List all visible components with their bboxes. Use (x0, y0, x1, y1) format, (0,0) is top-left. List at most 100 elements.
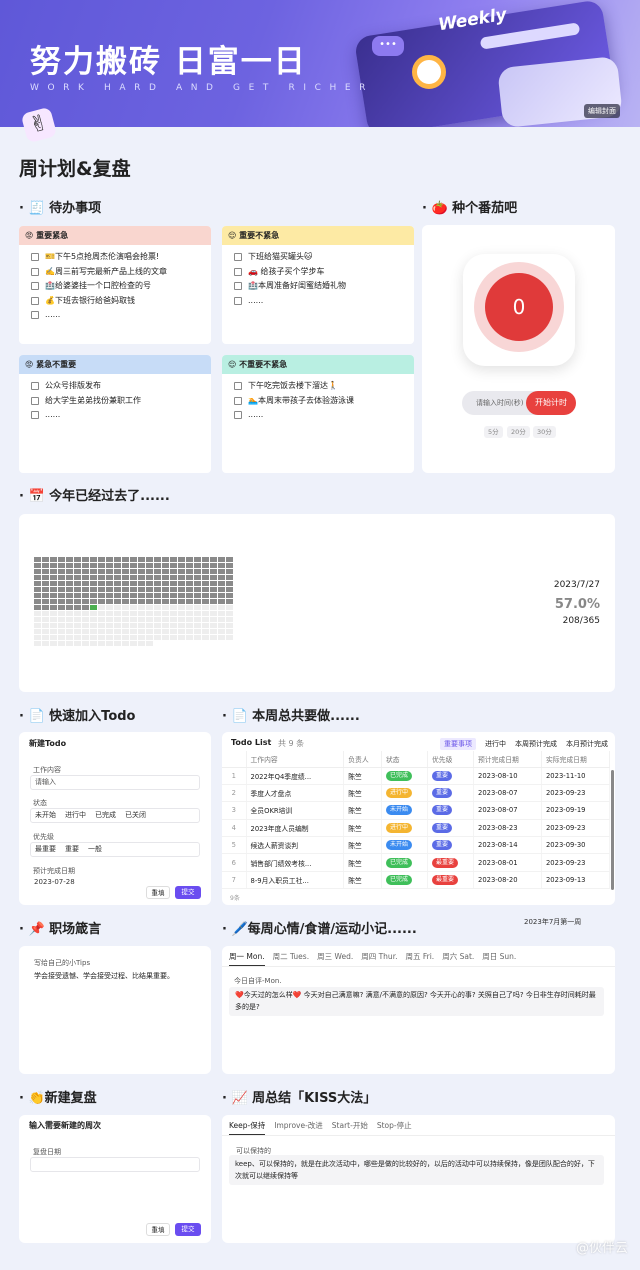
todo-checkbox[interactable] (31, 282, 39, 291)
table-row[interactable]: 7 8-9月入职员工社... 陈竺 已完成 最重要 2023-08-20 2023-09-1… (222, 871, 611, 890)
table-row[interactable]: 4 2023年度人员编制 陈竺 进行中 重要 2023-08-23 2023-09-23 (222, 819, 611, 838)
todo-checkbox[interactable] (31, 311, 39, 320)
day-cell (114, 605, 121, 610)
reset-button[interactable]: 重填 (146, 886, 170, 899)
day-cell (170, 605, 177, 610)
day-cell (186, 623, 193, 628)
column-header[interactable]: 优先级 (427, 751, 475, 768)
table-scrollbar[interactable] (611, 770, 614, 890)
day-cell (138, 575, 145, 580)
status-option[interactable]: 已关闭 (125, 811, 146, 819)
status-option[interactable]: 进行中 (65, 811, 86, 819)
table-row[interactable]: 2 季度人才盘点 陈竺 进行中 重要 2023-08-07 2023-09-23 (222, 784, 611, 803)
status-select[interactable]: 未开始 进行中 已完成 已关闭 (30, 808, 200, 823)
keep-text[interactable]: keep、可以保持的，就是在此次活动中，哪些是做的比较好的，以后的活动中可以持续… (229, 1155, 604, 1185)
submit-button[interactable]: 提交 (175, 886, 201, 899)
day-cell (58, 617, 65, 622)
table-row[interactable]: 3 全员OKR培训 陈竺 未开始 重要 2023-08-07 2023-09-19 (222, 801, 611, 820)
todo-section-title: · 🧾 待办事项 (19, 201, 102, 216)
tab-sat[interactable]: 周六 Sat. (442, 952, 474, 961)
day-cell (202, 569, 209, 574)
todo-checkbox[interactable] (31, 411, 39, 420)
todo-checkbox[interactable] (31, 396, 39, 405)
day-cell (34, 629, 41, 634)
column-header[interactable]: 实际完成日期 (541, 751, 611, 768)
actual-date-cell: 2023-09-23 (541, 784, 611, 803)
day-cell (106, 635, 113, 640)
tab-wed[interactable]: 周三 Wed. (317, 952, 353, 961)
day-cell (98, 635, 105, 640)
day-cell (58, 599, 65, 604)
review-submit-button[interactable]: 提交 (175, 1223, 201, 1236)
column-header[interactable]: 预计完成日期 (473, 751, 542, 768)
column-header[interactable]: 状态 (381, 751, 428, 768)
todo-checkbox[interactable] (31, 267, 39, 276)
self-review-text[interactable]: ❤️今天过的怎么样❤️ 今天对自己满意嘛? 满意/不满意的原因? 今天开心的事?… (229, 987, 604, 1016)
tab-sun[interactable]: 周日 Sun. (482, 952, 516, 961)
day-cell (58, 611, 65, 616)
todo-checkbox[interactable] (234, 411, 242, 420)
status-cell: 未开始 (381, 801, 428, 820)
tab-fri[interactable]: 周五 Fri. (405, 952, 434, 961)
todo-checkbox[interactable] (31, 253, 39, 262)
day-cell (114, 617, 121, 622)
tab-improve[interactable]: Improve-改进 (274, 1121, 323, 1130)
planned-date-cell: 2023-08-01 (473, 853, 542, 872)
todo-count: 共 9 条 (278, 739, 305, 748)
filter-week-due[interactable]: 本周预计完成 (515, 739, 557, 749)
table-row[interactable]: 1 2022年Q4季度绩... 陈竺 已完成 重要 2023-08-10 2023-11-1… (222, 767, 611, 785)
review-reset-button[interactable]: 重填 (146, 1223, 170, 1236)
table-row[interactable]: 5 候选人薪资谈判 陈竺 未开始 重要 2023-08-14 2023-09-30 (222, 836, 611, 855)
filter-in-progress[interactable]: 进行中 (485, 739, 506, 749)
day-cell (74, 623, 81, 628)
todo-list: 下午吃完饭去楼下溜达🚶 🏊本周末带孩子去体验游泳课...... (222, 374, 414, 428)
priority-option[interactable]: 重要 (65, 845, 79, 853)
priority-select[interactable]: 最重要 重要 一般 (30, 842, 200, 857)
content-input[interactable]: 请输入 (30, 775, 200, 790)
tab-start[interactable]: Start-开始 (332, 1121, 368, 1130)
day-cell (106, 581, 113, 586)
todo-item: 💰下班去银行给爸妈取钱 (31, 294, 199, 309)
pomodoro-counter[interactable]: 0 (485, 273, 553, 341)
todo-checkbox[interactable] (234, 282, 242, 291)
todo-checkbox[interactable] (234, 253, 242, 262)
day-cell (138, 617, 145, 622)
tab-stop[interactable]: Stop-停止 (377, 1121, 412, 1130)
tab-tue[interactable]: 周二 Tues. (273, 952, 310, 961)
filter-month-due[interactable]: 本月预计完成 (566, 739, 608, 749)
edit-cover-button[interactable]: 编辑封面 (584, 104, 620, 118)
day-cell (202, 629, 209, 634)
day-cell (34, 563, 41, 568)
todo-checkbox[interactable] (31, 296, 39, 305)
day-cell (154, 599, 161, 604)
task-cell: 2023年度人员编制 (246, 819, 345, 838)
todo-item: ...... (31, 408, 199, 423)
todo-checkbox[interactable] (234, 382, 242, 391)
preset-30min-button[interactable]: 30分 (533, 426, 556, 438)
column-header[interactable] (222, 751, 247, 768)
column-header[interactable]: 工作内容 (246, 751, 345, 768)
todo-checkbox[interactable] (234, 396, 242, 405)
tab-mon[interactable]: 周一 Mon. (229, 952, 265, 967)
day-cell (122, 581, 129, 586)
todo-checkbox[interactable] (234, 296, 242, 305)
status-option[interactable]: 未开始 (35, 811, 56, 819)
tab-keep[interactable]: Keep-保持 (229, 1121, 266, 1136)
todo-checkbox[interactable] (234, 267, 242, 276)
filter-important[interactable]: 重要事项 (440, 738, 476, 750)
table-row[interactable]: 6 销售部门绩效考核... 陈竺 已完成 最重要 2023-08-01 2023-09-23 (222, 853, 611, 872)
day-cell (162, 605, 169, 610)
preset-20min-button[interactable]: 20分 (507, 426, 530, 438)
day-cell (162, 611, 169, 616)
day-cell (170, 581, 177, 586)
column-header[interactable]: 负责人 (343, 751, 382, 768)
priority-option[interactable]: 最重要 (35, 845, 56, 853)
day-cell (114, 575, 121, 580)
status-option[interactable]: 已完成 (95, 811, 116, 819)
review-date-input[interactable] (30, 1157, 200, 1172)
priority-option[interactable]: 一般 (88, 845, 102, 853)
preset-5min-button[interactable]: 5分 (484, 426, 503, 438)
start-timer-button[interactable]: 开始计时 (526, 391, 576, 415)
todo-checkbox[interactable] (31, 382, 39, 391)
tab-thu[interactable]: 周四 Thur. (361, 952, 397, 961)
